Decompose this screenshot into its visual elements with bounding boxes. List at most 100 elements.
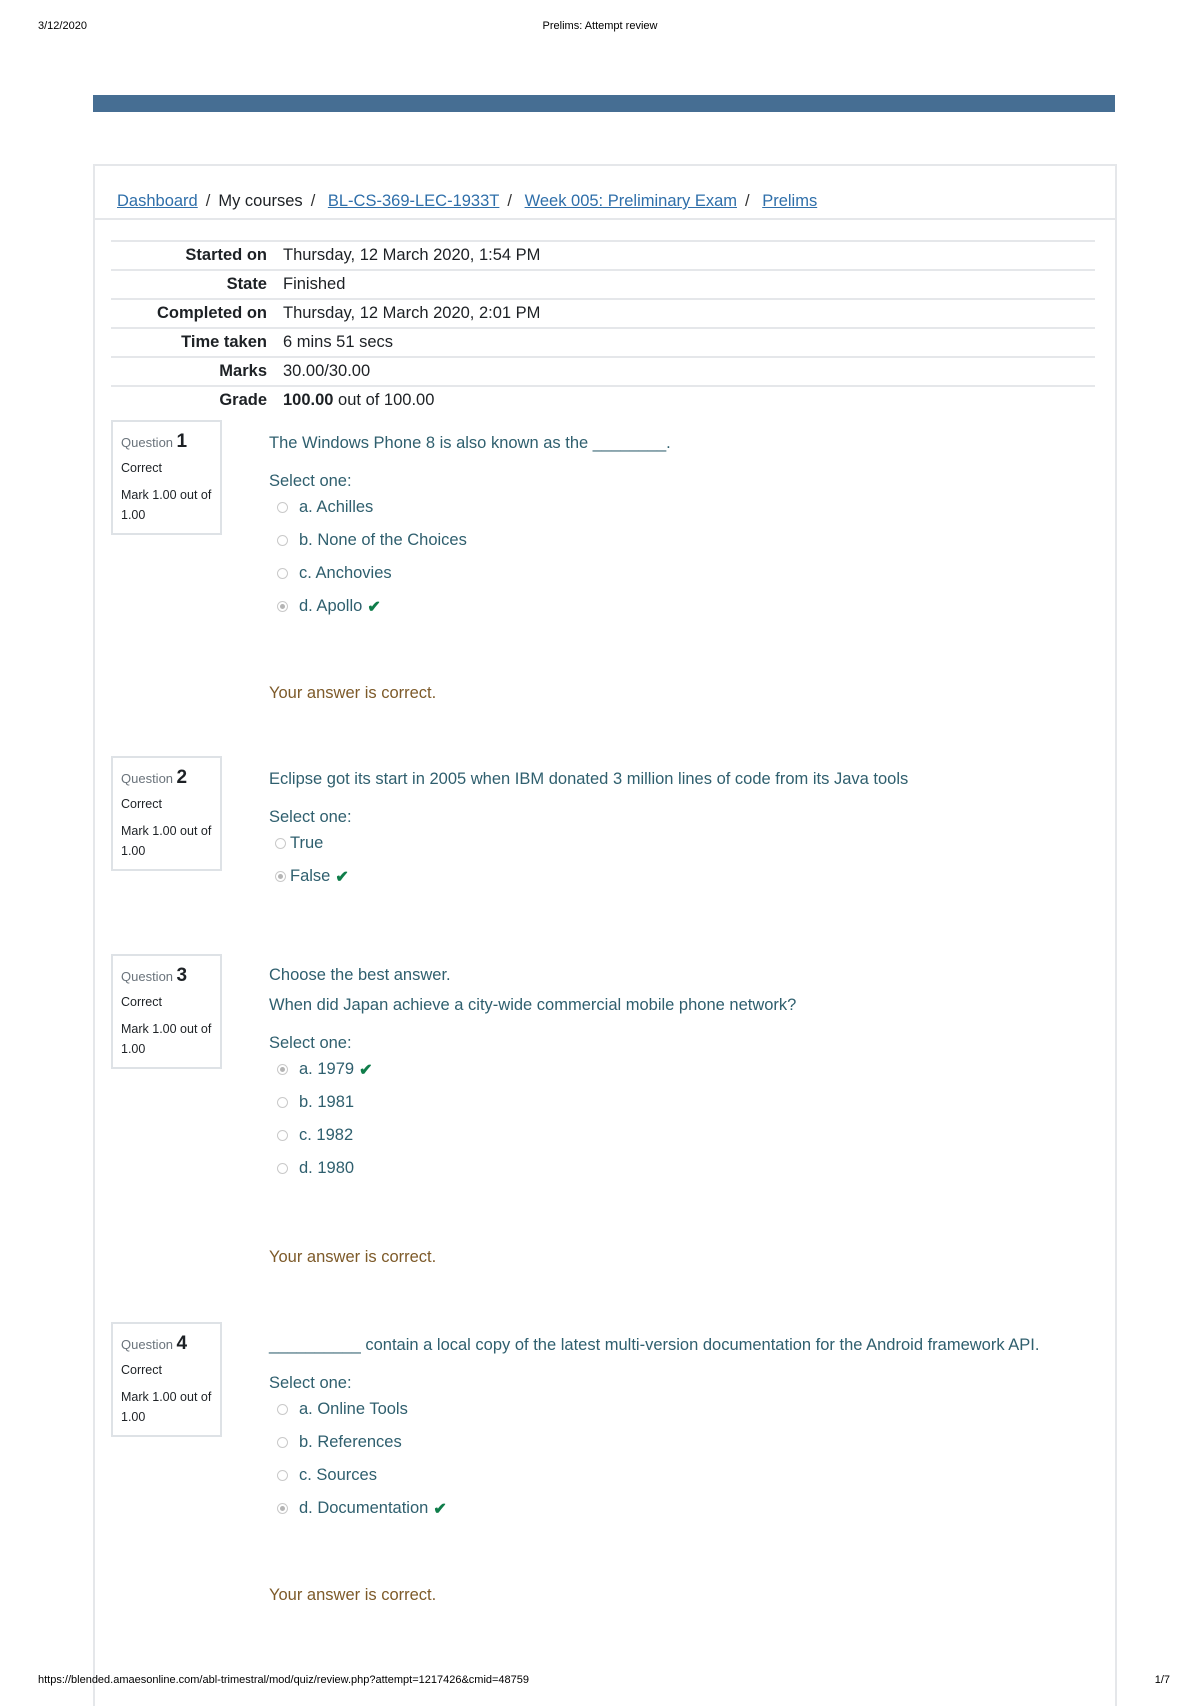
radio-button[interactable] bbox=[277, 1437, 288, 1448]
option-label: True bbox=[290, 834, 324, 852]
radio-button[interactable] bbox=[277, 1404, 288, 1415]
question-number: 1 bbox=[176, 431, 188, 452]
correct-check-icon: ✔ bbox=[335, 868, 349, 886]
question-state: Correct bbox=[121, 995, 162, 1009]
summary-value: 30.00/30.00 bbox=[283, 362, 371, 380]
radio-button[interactable] bbox=[277, 1130, 288, 1141]
radio-button-checked[interactable] bbox=[277, 1503, 288, 1514]
summary-label: Grade bbox=[219, 391, 267, 409]
question-grade: Mark 1.00 out of 1.00 bbox=[121, 824, 212, 858]
summary-value: 100.00 out of 100.00 bbox=[283, 386, 1095, 414]
radio-button[interactable] bbox=[277, 1470, 288, 1481]
breadcrumb-separator: / bbox=[745, 192, 750, 210]
breadcrumb-week[interactable]: Week 005: Preliminary Exam bbox=[525, 192, 737, 210]
radio-button[interactable] bbox=[277, 535, 288, 546]
radio-button[interactable] bbox=[277, 1097, 288, 1108]
summary-label: Started on bbox=[185, 246, 267, 264]
feedback-text: Your answer is correct. bbox=[269, 1248, 437, 1266]
question-grade: Mark 1.00 out of 1.00 bbox=[121, 1022, 212, 1056]
select-one-prompt: Select one: bbox=[269, 808, 352, 826]
question-number: 3 bbox=[176, 965, 188, 986]
summary-row-completed: Completed on Thursday, 12 March 2020, 2:0… bbox=[111, 299, 1095, 328]
option-label: d. 1980 bbox=[299, 1159, 355, 1177]
radio-button[interactable] bbox=[277, 502, 288, 513]
answer-option[interactable]: b. References bbox=[269, 1426, 1089, 1459]
answer-option[interactable]: a. Achilles bbox=[269, 491, 1089, 524]
summary-value: Thursday, 12 March 2020, 2:01 PM bbox=[283, 304, 541, 322]
breadcrumb-separator: / bbox=[310, 192, 316, 210]
summary-row-grade: Grade 100.00 out of 100.00 bbox=[111, 386, 1095, 414]
question-content: Choose the best answer. When did Japan a… bbox=[269, 954, 1089, 1185]
question-text-line-2: When did Japan achieve a city-wide comme… bbox=[269, 996, 797, 1014]
correct-check-icon: ✔ bbox=[367, 598, 381, 616]
grade-out-of: out of 100.00 bbox=[333, 391, 435, 409]
grade-value: 100.00 bbox=[283, 391, 334, 409]
question-state: Correct bbox=[121, 1363, 162, 1377]
option-label: b. 1981 bbox=[299, 1093, 355, 1111]
question-info: Question 3 Correct Mark 1.00 out of 1.00 bbox=[111, 954, 222, 1069]
select-one-prompt: Select one: bbox=[269, 1374, 352, 1392]
answer-option[interactable]: b. None of the Choices bbox=[269, 524, 1089, 557]
question-state: Correct bbox=[121, 461, 162, 475]
top-navbar bbox=[93, 95, 1115, 112]
breadcrumb-course[interactable]: BL-CS-369-LEC-1933T bbox=[328, 192, 500, 210]
radio-button-checked[interactable] bbox=[277, 1064, 288, 1075]
print-title: Prelims: Attempt review bbox=[542, 20, 658, 32]
option-label: c. Sources bbox=[299, 1466, 377, 1484]
feedback-text: Your answer is correct. bbox=[269, 1586, 437, 1604]
summary-value: Finished bbox=[283, 275, 346, 293]
breadcrumb-my-courses: My courses bbox=[218, 192, 303, 210]
answer-option[interactable]: a. Online Tools bbox=[269, 1393, 1089, 1426]
radio-button-checked[interactable] bbox=[275, 871, 286, 882]
summary-value: 6 mins 51 secs bbox=[283, 333, 394, 351]
answer-option[interactable]: True bbox=[269, 827, 1089, 860]
answer-option[interactable]: c. 1982 bbox=[269, 1119, 1089, 1152]
option-label: False bbox=[290, 867, 331, 885]
summary-row-time-taken: Time taken 6 mins 51 secs bbox=[111, 328, 1095, 357]
answer-option[interactable]: c. Anchovies bbox=[269, 557, 1089, 590]
print-page-number: 1/7 bbox=[1154, 1674, 1170, 1686]
answer-option-selected[interactable]: a. 1979 ✔ bbox=[269, 1053, 1089, 1086]
answer-option[interactable]: c. Sources bbox=[269, 1459, 1089, 1492]
option-label: b. None of the Choices bbox=[299, 531, 467, 549]
question-content: Eclipse got its start in 2005 when IBM d… bbox=[269, 756, 1089, 893]
option-label: c. 1982 bbox=[299, 1126, 354, 1144]
answer-option-selected[interactable]: d. Documentation ✔ bbox=[269, 1492, 1089, 1525]
select-one-prompt: Select one: bbox=[269, 1034, 352, 1052]
question-label: Question bbox=[121, 969, 174, 984]
radio-button[interactable] bbox=[277, 568, 288, 579]
question-number: 2 bbox=[176, 767, 188, 788]
summary-row-started: Started on Thursday, 12 March 2020, 1:54 … bbox=[111, 241, 1095, 270]
radio-button-checked[interactable] bbox=[277, 601, 288, 612]
feedback-text: Your answer is correct. bbox=[269, 684, 437, 702]
answer-option-selected[interactable]: d. Apollo ✔ bbox=[269, 590, 1089, 623]
question-number: 4 bbox=[176, 1333, 188, 1354]
breadcrumb-dashboard[interactable]: Dashboard bbox=[117, 192, 198, 210]
attempt-summary-table: Started on Thursday, 12 March 2020, 1:54 … bbox=[111, 240, 1095, 414]
question-content: The Windows Phone 8 is also known as the… bbox=[269, 420, 1089, 623]
question-grade: Mark 1.00 out of 1.00 bbox=[121, 488, 212, 522]
answer-option[interactable]: b. 1981 bbox=[269, 1086, 1089, 1119]
option-label: a. Online Tools bbox=[299, 1400, 408, 1418]
question-info: Question 4 Correct Mark 1.00 out of 1.00 bbox=[111, 1322, 222, 1437]
summary-value: Thursday, 12 March 2020, 1:54 PM bbox=[283, 246, 541, 264]
option-label: d. Apollo bbox=[299, 597, 363, 615]
breadcrumb: Dashboard / My courses / BL-CS-369-LEC-1933… bbox=[95, 166, 1115, 220]
radio-button[interactable] bbox=[275, 838, 286, 849]
question-text-line-1: Choose the best answer. bbox=[269, 966, 451, 984]
radio-button[interactable] bbox=[277, 1163, 288, 1174]
question-text: The Windows Phone 8 is also known as the… bbox=[269, 434, 671, 452]
question-content: __________ contain a local copy of the l… bbox=[269, 1322, 1089, 1525]
answer-option[interactable]: d. 1980 bbox=[269, 1152, 1089, 1185]
question-info: Question 2 Correct Mark 1.00 out of 1.00 bbox=[111, 756, 222, 871]
answer-option-selected[interactable]: False ✔ bbox=[269, 860, 1089, 893]
summary-label: State bbox=[226, 275, 267, 293]
print-url: https://blended.amaesonline.com/abl-trim… bbox=[38, 1674, 530, 1686]
question-grade: Mark 1.00 out of 1.00 bbox=[121, 1390, 212, 1424]
question-info: Question 1 Correct Mark 1.00 out of 1.00 bbox=[111, 420, 222, 535]
option-label: a. 1979 bbox=[299, 1060, 355, 1078]
summary-label: Time taken bbox=[181, 333, 267, 351]
breadcrumb-separator: / bbox=[205, 192, 211, 210]
question-text: Eclipse got its start in 2005 when IBM d… bbox=[269, 770, 909, 788]
breadcrumb-prelims[interactable]: Prelims bbox=[762, 192, 817, 210]
